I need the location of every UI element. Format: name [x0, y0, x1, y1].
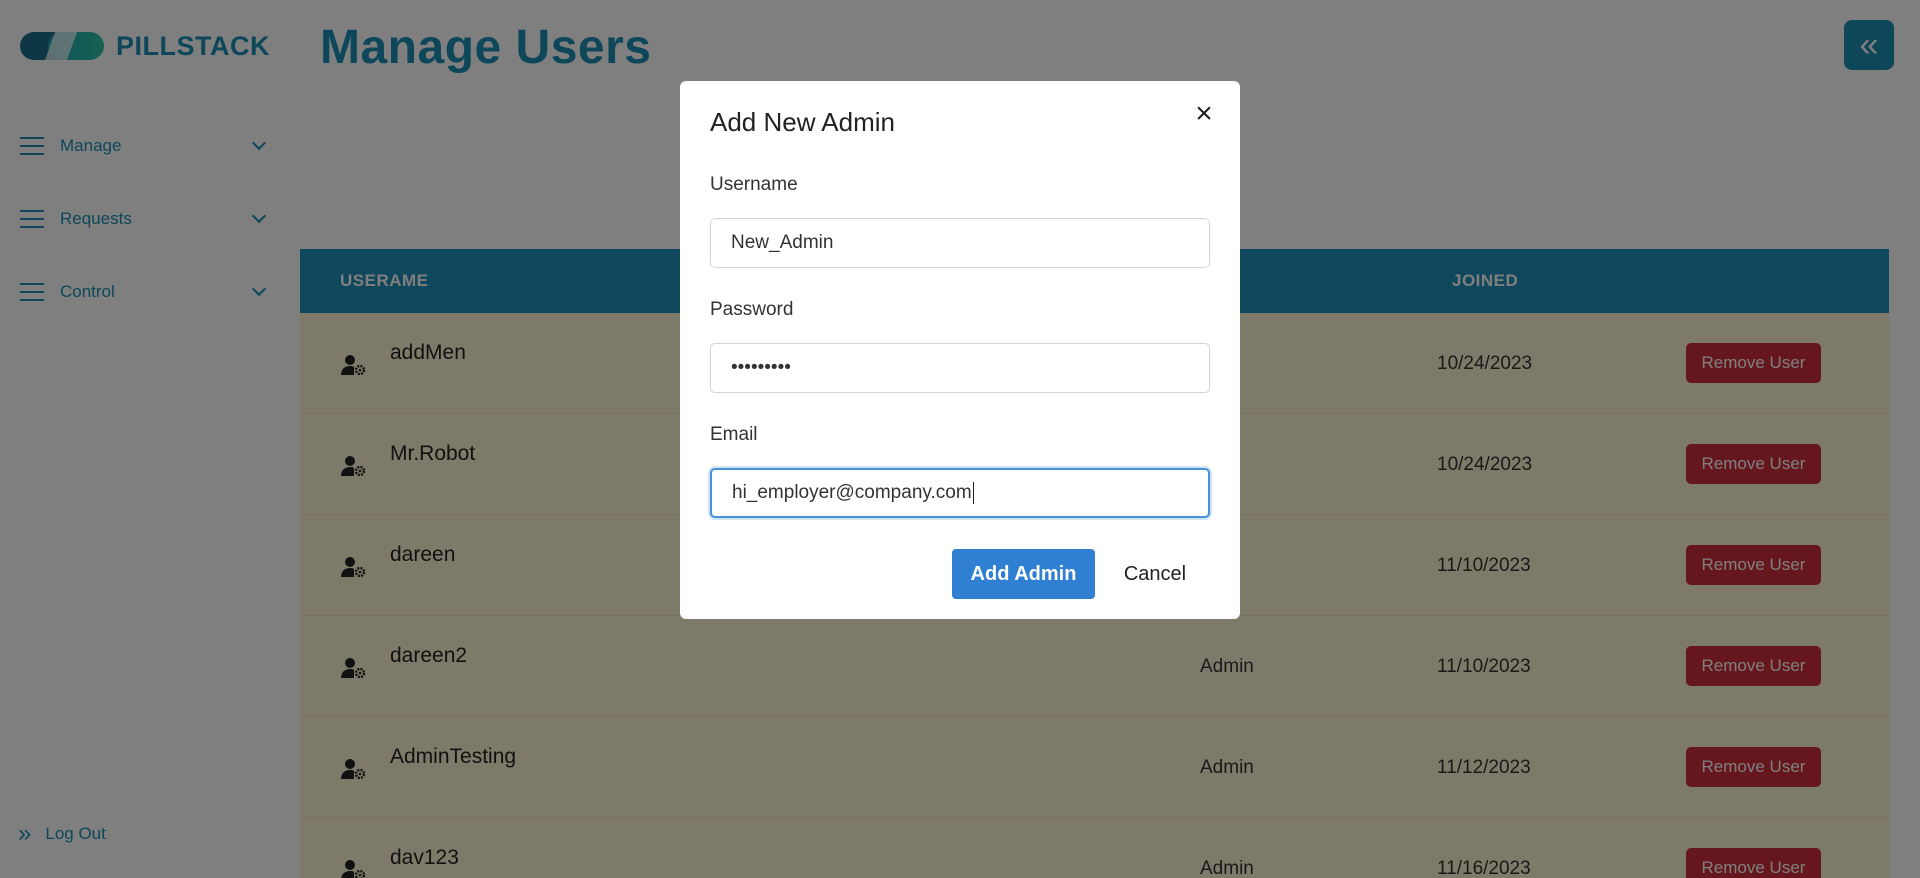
email-label: Email: [710, 424, 758, 445]
email-value: hi_employer@company.com: [732, 482, 972, 503]
email-input[interactable]: hi_employer@company.com: [710, 468, 1210, 518]
username-input[interactable]: New_Admin: [710, 218, 1210, 268]
username-label: Username: [710, 174, 798, 195]
cancel-button[interactable]: Cancel: [1112, 549, 1198, 599]
password-label: Password: [710, 299, 794, 320]
modal-title: Add New Admin: [710, 107, 895, 137]
close-icon[interactable]: ×: [1192, 99, 1216, 129]
username-value: New_Admin: [731, 232, 834, 253]
password-value: •••••••••: [731, 357, 791, 378]
add-admin-button[interactable]: Add Admin: [952, 549, 1095, 599]
text-caret: [972, 482, 974, 504]
password-input[interactable]: •••••••••: [710, 343, 1210, 393]
add-admin-modal: Add New Admin × Username New_Admin Passw…: [680, 81, 1240, 619]
